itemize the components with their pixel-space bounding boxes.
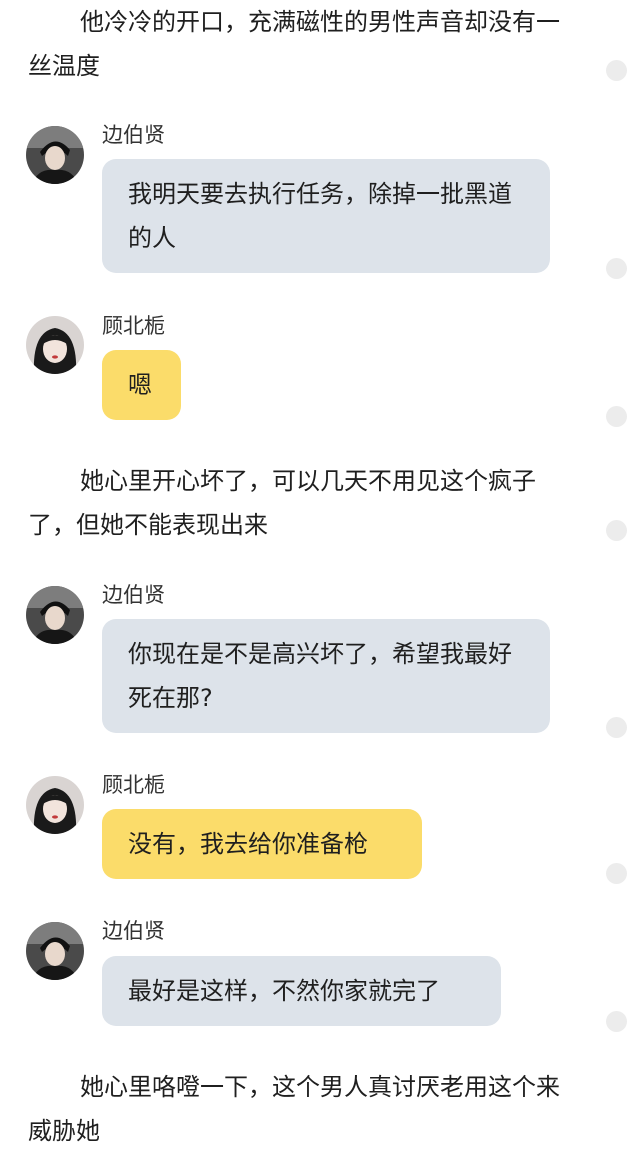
side-dot[interactable] xyxy=(606,520,627,541)
side-dot[interactable] xyxy=(606,863,627,884)
female-avatar-icon xyxy=(26,776,84,834)
narration-paragraph: 她心里开心坏了，可以几天不用见这个疯子了，但她不能表现出来 xyxy=(28,467,536,539)
chat-bubble[interactable]: 嗯 xyxy=(102,350,181,420)
avatar[interactable] xyxy=(26,586,84,644)
male-avatar-icon xyxy=(26,922,84,980)
sender-name: 顾北栀 xyxy=(102,314,165,338)
side-dot[interactable] xyxy=(606,1011,627,1032)
chat-bubble[interactable]: 最好是这样，不然你家就完了 xyxy=(102,956,501,1026)
narration-paragraph: 她心里咯噔一下，这个男人真讨厌老用这个来威胁她 xyxy=(28,1073,560,1145)
sender-name: 边伯贤 xyxy=(102,123,165,147)
side-dot[interactable] xyxy=(606,60,627,81)
sender-name: 顾北栀 xyxy=(102,773,165,797)
avatar[interactable] xyxy=(26,922,84,980)
chat-bubble[interactable]: 我明天要去执行任务，除掉一批黑道的人 xyxy=(102,159,550,273)
narration-paragraph: 他冷冷的开口，充满磁性的男性声音却没有一丝温度 xyxy=(28,8,560,80)
female-avatar-icon xyxy=(26,316,84,374)
sender-name: 边伯贤 xyxy=(102,583,165,607)
side-dot[interactable] xyxy=(606,258,627,279)
side-dot[interactable] xyxy=(606,406,627,427)
side-dot[interactable] xyxy=(606,717,627,738)
chat-bubble[interactable]: 没有，我去给你准备枪 xyxy=(102,809,422,879)
avatar[interactable] xyxy=(26,776,84,834)
chat-bubble[interactable]: 你现在是不是高兴坏了，希望我最好死在那? xyxy=(102,619,550,733)
avatar[interactable] xyxy=(26,126,84,184)
male-avatar-icon xyxy=(26,586,84,644)
avatar[interactable] xyxy=(26,316,84,374)
male-avatar-icon xyxy=(26,126,84,184)
sender-name: 边伯贤 xyxy=(102,919,165,943)
